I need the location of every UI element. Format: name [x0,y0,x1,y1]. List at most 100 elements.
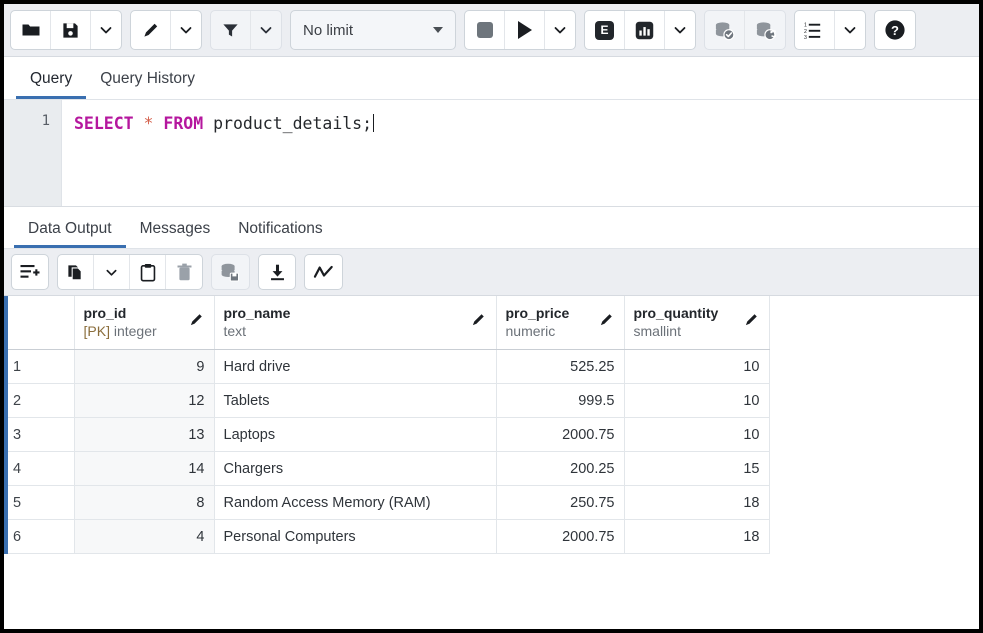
sql-editor[interactable]: 1 SELECT * FROM product_details; [4,100,979,207]
cell-pro-name[interactable]: Random Access Memory (RAM) [214,486,496,520]
cell-pro-name[interactable]: Chargers [214,452,496,486]
trash-icon [176,263,193,282]
table-row[interactable]: 313Laptops2000.7510 [4,418,769,452]
filter-dropdown-button[interactable] [251,11,281,49]
pencil-icon[interactable] [598,311,615,328]
col-pro-id-typename: integer [114,323,157,339]
svg-text:2: 2 [804,28,807,34]
chevron-down-icon [259,23,273,37]
cell-pro-quantity[interactable]: 18 [624,520,769,554]
execute-query-button[interactable] [505,11,545,49]
help-button[interactable]: ? [875,11,915,49]
chevron-down-icon [99,23,113,37]
grid-header-row: pro_id [PK] integer pro_name [4,296,769,350]
cell-pro-quantity[interactable]: 10 [624,384,769,418]
graph-visualiser-button[interactable] [305,255,342,289]
filter-button-group [210,10,282,50]
cell-pro-id[interactable]: 12 [74,384,214,418]
download-csv-button[interactable] [259,255,295,289]
database-undo-icon [755,20,776,41]
table-row[interactable]: 414Chargers200.2515 [4,452,769,486]
cell-pro-price[interactable]: 250.75 [496,486,624,520]
cell-pro-price[interactable]: 2000.75 [496,418,624,452]
open-file-button[interactable] [11,11,51,49]
edit-button-group [130,10,202,50]
tab-query[interactable]: Query [16,71,86,100]
tab-notifications-label: Notifications [238,220,322,237]
pgadmin-query-tool-window: No limit E [0,0,983,633]
cell-rownum: 6 [4,520,74,554]
cell-pro-price[interactable]: 200.25 [496,452,624,486]
cell-pro-price[interactable]: 999.5 [496,384,624,418]
cell-pro-id[interactable]: 14 [74,452,214,486]
copy-icon [66,263,85,282]
table-row[interactable]: 19Hard drive525.2510 [4,350,769,384]
pencil-icon[interactable] [743,311,760,328]
filter-icon [221,21,240,40]
explain-button[interactable]: E [585,11,625,49]
cell-pro-quantity[interactable]: 10 [624,350,769,384]
chevron-down-icon [105,266,118,279]
cell-pro-quantity[interactable]: 10 [624,418,769,452]
tab-query-history[interactable]: Query History [86,71,209,100]
save-data-changes-button[interactable] [212,255,249,289]
col-pro-id[interactable]: pro_id [PK] integer [74,296,214,350]
cell-pro-id[interactable]: 13 [74,418,214,452]
stop-query-button[interactable] [465,11,505,49]
cell-pro-name[interactable]: Personal Computers [214,520,496,554]
download-icon [268,263,287,282]
macros-button[interactable]: 1 2 3 [795,11,835,49]
cell-pro-price[interactable]: 525.25 [496,350,624,384]
cell-pro-quantity[interactable]: 18 [624,486,769,520]
cell-pro-name[interactable]: Hard drive [214,350,496,384]
cell-pro-name[interactable]: Laptops [214,418,496,452]
copy-dropdown-button[interactable] [94,255,130,289]
sql-table-identifier: product_details; [213,114,372,133]
macros-dropdown-button[interactable] [835,11,865,49]
cell-pro-quantity[interactable]: 15 [624,452,769,486]
col-pro-price-label: pro_price [506,304,570,322]
pencil-icon[interactable] [188,311,205,328]
macros-button-group: 1 2 3 [794,10,866,50]
sql-code-line[interactable]: SELECT * FROM product_details; [62,100,979,206]
tab-messages[interactable]: Messages [126,221,225,249]
explain-dropdown-button[interactable] [665,11,695,49]
cell-pro-id[interactable]: 9 [74,350,214,384]
tab-notifications[interactable]: Notifications [224,221,336,249]
col-pro-price[interactable]: pro_price numeric [496,296,624,350]
table-row[interactable]: 58Random Access Memory (RAM)250.7518 [4,486,769,520]
numbered-list-icon: 1 2 3 [804,21,825,40]
cell-rownum: 2 [4,384,74,418]
col-pro-name-type: text [224,322,291,340]
filter-button[interactable] [211,11,251,49]
tab-data-output[interactable]: Data Output [14,221,126,249]
edit-dropdown-button[interactable] [171,11,201,49]
add-row-button[interactable] [12,255,48,289]
table-row[interactable]: 64Personal Computers2000.7518 [4,520,769,554]
save-file-button[interactable] [51,11,91,49]
pencil-icon[interactable] [470,311,487,328]
cell-pro-price[interactable]: 2000.75 [496,520,624,554]
edit-button[interactable] [131,11,171,49]
copy-paste-group [57,254,203,290]
cell-pro-name[interactable]: Tablets [214,384,496,418]
row-limit-select[interactable]: No limit [290,10,456,50]
rollback-button[interactable] [745,11,785,49]
result-grid-container: pro_id [PK] integer pro_name [4,296,979,554]
copy-button[interactable] [58,255,94,289]
delete-row-button[interactable] [166,255,202,289]
commit-button[interactable] [705,11,745,49]
cell-pro-id[interactable]: 8 [74,486,214,520]
col-pro-quantity[interactable]: pro_quantity smallint [624,296,769,350]
save-dropdown-button[interactable] [91,11,121,49]
explain-analyze-button[interactable] [625,11,665,49]
chevron-down-icon [553,23,567,37]
col-pro-id-label: pro_id [84,304,157,322]
explain-button-group: E [584,10,696,50]
row-limit-value: No limit [303,22,353,39]
cell-pro-id[interactable]: 4 [74,520,214,554]
table-row[interactable]: 212Tablets999.510 [4,384,769,418]
paste-button[interactable] [130,255,166,289]
execute-dropdown-button[interactable] [545,11,575,49]
col-pro-name[interactable]: pro_name text [214,296,496,350]
